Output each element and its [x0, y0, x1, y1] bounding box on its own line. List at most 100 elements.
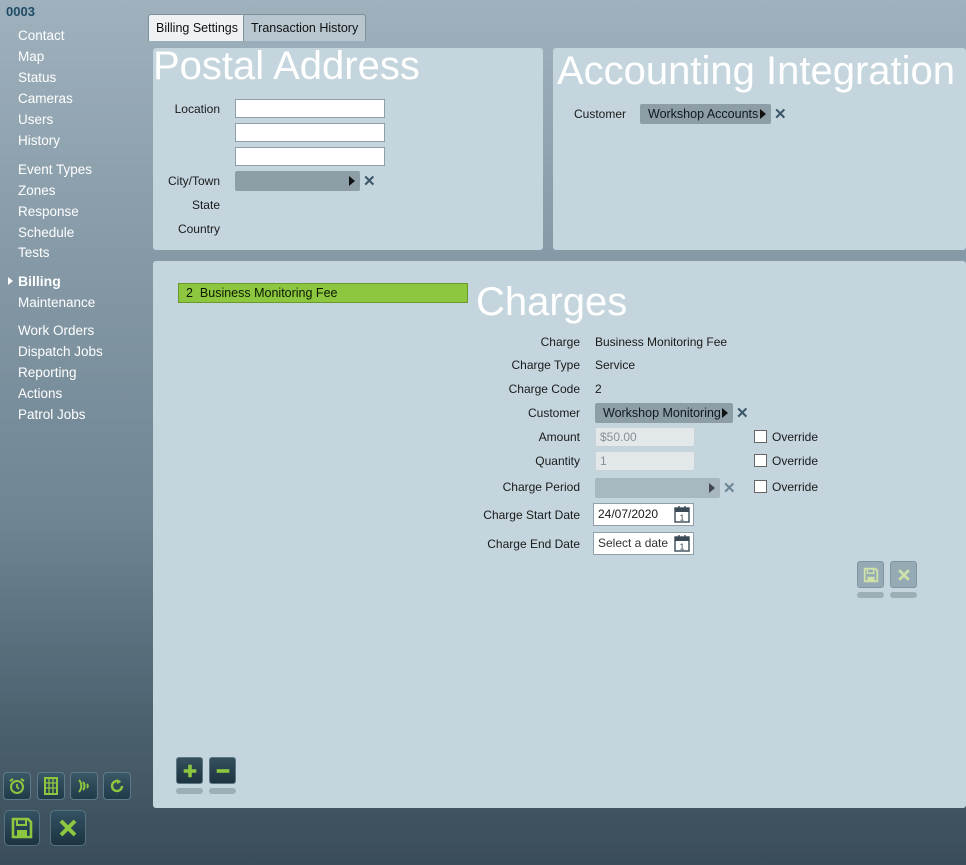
- add-charge-button[interactable]: [176, 757, 203, 784]
- charge-code-label: Charge Code: [508, 382, 580, 396]
- nav-item-schedule[interactable]: Schedule: [18, 225, 74, 240]
- charge-customer-clear-icon[interactable]: ✕: [736, 406, 749, 421]
- nav-item-users[interactable]: Users: [18, 112, 53, 127]
- nav-item-actions[interactable]: Actions: [18, 386, 62, 401]
- charge-customer-value: Workshop Monitoring: [603, 406, 721, 420]
- plus-icon: [183, 764, 196, 777]
- quantity-override-checkbox[interactable]: [754, 454, 767, 467]
- location-line1-input[interactable]: [235, 99, 385, 118]
- nav-item-contact[interactable]: Contact: [18, 28, 65, 43]
- nav-item-zones[interactable]: Zones: [18, 183, 56, 198]
- button-reflection: [209, 788, 236, 794]
- charge-save-button[interactable]: [857, 561, 884, 588]
- charge-end-date-input[interactable]: Select a date 1: [593, 532, 694, 555]
- charge-start-date-input[interactable]: 24/07/2020 1: [593, 503, 694, 526]
- city-clear-icon[interactable]: ✕: [363, 174, 376, 189]
- cancel-all-button[interactable]: [50, 810, 86, 846]
- charges-title: Charges: [476, 280, 628, 324]
- nav-item-history[interactable]: History: [18, 133, 60, 148]
- calendar-icon[interactable]: 1: [674, 535, 690, 552]
- charge-customer-label: Customer: [527, 406, 580, 420]
- account-id: 0003: [6, 4, 35, 19]
- charge-end-date-placeholder: Select a date: [598, 536, 669, 550]
- quantity-label: Quantity: [535, 454, 580, 468]
- signal-waves-icon: [78, 779, 89, 793]
- charge-value: Business Monitoring Fee: [595, 335, 728, 349]
- accounting-customer-label: Customer: [573, 107, 626, 121]
- nav-item-cameras[interactable]: Cameras: [18, 91, 73, 106]
- accounting-customer-value: Workshop Accounts: [648, 107, 759, 121]
- charge-cancel-button[interactable]: [890, 561, 917, 588]
- signal-button[interactable]: [70, 772, 98, 800]
- button-reflection: [890, 592, 917, 598]
- accounting-customer-picker[interactable]: Workshop Accounts: [640, 104, 771, 124]
- nav-item-maintenance[interactable]: Maintenance: [18, 295, 95, 310]
- nav-item-patrol-jobs[interactable]: Patrol Jobs: [18, 407, 86, 422]
- charge-period-picker[interactable]: [595, 478, 720, 498]
- nav-item-event-types[interactable]: Event Types: [18, 162, 92, 177]
- charge-label: Charge: [540, 335, 580, 349]
- remove-charge-button[interactable]: [209, 757, 236, 784]
- floppy-disk-icon: [863, 567, 878, 582]
- triangle-right-icon: [760, 109, 766, 119]
- calendar-icon[interactable]: 1: [674, 506, 690, 523]
- nav-item-response[interactable]: Response: [18, 204, 79, 219]
- triangle-right-icon: [722, 408, 728, 418]
- building-button[interactable]: [37, 772, 65, 800]
- amount-override-checkbox[interactable]: [754, 430, 767, 443]
- nav-item-status[interactable]: Status: [18, 70, 56, 85]
- button-reflection: [176, 788, 203, 794]
- postal-address-title: Postal Address: [153, 44, 420, 88]
- quantity-input[interactable]: 1: [595, 451, 695, 471]
- close-icon: [897, 568, 910, 581]
- button-reflection: [857, 592, 884, 598]
- nav-item-reporting[interactable]: Reporting: [18, 365, 77, 380]
- location-label: Location: [174, 102, 220, 116]
- tab-billing-settings[interactable]: Billing Settings: [148, 14, 246, 41]
- charge-type-value: Service: [595, 358, 636, 372]
- charge-period-clear-icon[interactable]: ✕: [723, 481, 736, 496]
- charge-start-date-value: 24/07/2020: [598, 507, 659, 521]
- accounting-integration-title: Accounting Integration: [557, 49, 956, 93]
- refresh-button[interactable]: [103, 772, 131, 800]
- amount-label: Amount: [538, 430, 580, 444]
- amount-override-label: Override: [772, 430, 819, 444]
- city-picker[interactable]: [235, 171, 360, 191]
- nav-item-map[interactable]: Map: [18, 49, 44, 64]
- triangle-right-icon: [709, 483, 715, 493]
- charge-list-item-name: Business Monitoring Fee: [199, 286, 338, 300]
- charge-list-item[interactable]: 2 Business Monitoring Fee: [178, 283, 468, 303]
- charge-end-date-label: Charge End Date: [487, 537, 580, 551]
- accounting-integration-panel: Accounting Integration Customer Workshop…: [553, 48, 966, 250]
- building-icon: [44, 777, 58, 795]
- charge-customer-picker[interactable]: Workshop Monitoring: [595, 403, 733, 423]
- tab-transaction-history[interactable]: Transaction History: [243, 14, 367, 41]
- nav-item-dispatch-jobs[interactable]: Dispatch Jobs: [18, 344, 103, 359]
- period-override-checkbox[interactable]: [754, 480, 767, 493]
- triangle-right-icon: [8, 277, 13, 285]
- amount-input[interactable]: $50.00: [595, 427, 695, 447]
- charge-type-label: Charge Type: [511, 358, 581, 372]
- close-icon: [59, 819, 77, 837]
- minus-icon: [216, 768, 229, 773]
- alarm-clock-button[interactable]: [3, 772, 31, 800]
- charge-code-value: 2: [595, 382, 602, 396]
- charge-period-label: Charge Period: [502, 480, 580, 494]
- city-label: City/Town: [167, 174, 220, 188]
- refresh-icon: [110, 779, 124, 793]
- nav-item-work-orders[interactable]: Work Orders: [18, 323, 94, 338]
- location-line3-input[interactable]: [235, 147, 385, 166]
- accounting-customer-clear-icon[interactable]: ✕: [774, 107, 787, 122]
- save-all-button[interactable]: [4, 810, 40, 846]
- postal-address-panel: Postal Address Location City/Town ✕ Stat…: [153, 44, 543, 250]
- svg-text:1: 1: [680, 514, 685, 523]
- nav-item-tests[interactable]: Tests: [18, 245, 50, 260]
- state-label: State: [191, 198, 220, 212]
- country-label: Country: [177, 222, 220, 236]
- sidebar: 0003 Contact Map Status Cameras Users Hi…: [0, 0, 150, 865]
- quantity-override-label: Override: [772, 454, 819, 468]
- location-line2-input[interactable]: [235, 123, 385, 142]
- charge-start-date-label: Charge Start Date: [483, 508, 580, 522]
- alarm-clock-icon: [9, 778, 25, 794]
- nav-item-billing[interactable]: Billing: [18, 273, 61, 289]
